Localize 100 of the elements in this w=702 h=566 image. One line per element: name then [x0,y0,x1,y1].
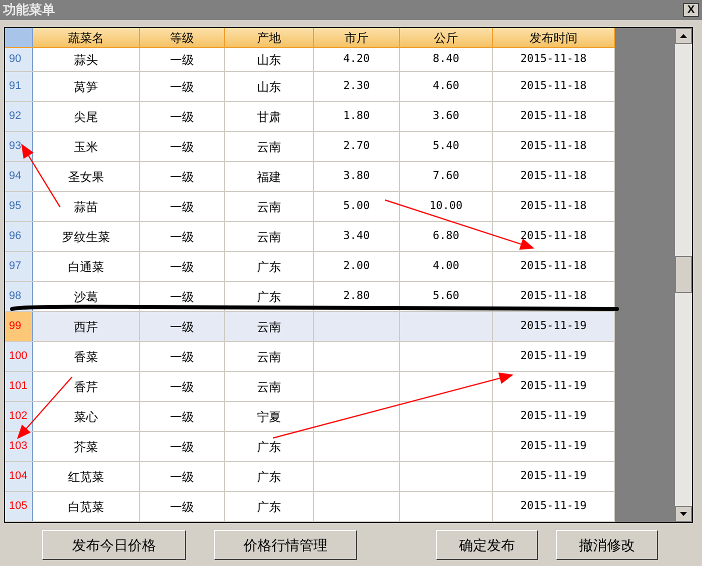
down-arrow-icon [680,512,687,516]
scrollbar[interactable] [675,28,692,522]
table-cell-text: 尖尾 [74,108,98,126]
action-button[interactable]: 价格行情管理 [214,530,357,560]
table-cell-text: 白苋菜 [68,498,104,516]
table-cell-text: 5.40 [432,138,460,154]
table-cell-text: 福建 [257,168,281,186]
action-button[interactable]: 撤消修改 [556,530,658,560]
corner-cell [5,28,33,47]
table-cell-text: 一级 [170,468,194,486]
table-cell-text: 一级 [170,228,194,246]
scroll-thumb[interactable] [675,256,692,293]
column-header[interactable]: 蔬菜名 [33,28,140,47]
table-cell-text: 云南 [257,198,281,216]
table-cell-text: 2015-11-18 [520,258,587,274]
table-cell-text: 芥菜 [74,438,98,456]
table-cell-text: 广东 [257,498,281,516]
row-number: 99 [9,319,22,334]
row-header[interactable]: 105 [5,492,33,521]
row-number: 97 [9,259,22,274]
table-cell-text: 香芹 [74,378,98,396]
column-header[interactable]: 发布时间 [493,28,615,47]
up-arrow-icon [680,34,687,38]
row-number: 104 [9,469,28,484]
table-cell-text: 5.00 [343,198,370,214]
table-cell-text: 2015-11-18 [520,138,587,154]
row-header[interactable]: 96 [5,222,33,251]
table-cell-text: 10.00 [429,198,463,214]
row-header[interactable]: 90 [5,48,33,71]
table-cell-text: 3.40 [343,228,370,244]
row-header[interactable]: 97 [5,252,33,281]
table-cell-text: 罗纹生菜 [62,228,110,246]
column-header[interactable]: 产地 [225,28,314,47]
row-number: 105 [9,499,28,514]
row-number: 103 [9,439,28,454]
table-cell-text: 莴笋 [74,78,98,96]
table-cell-text: 云南 [257,318,281,336]
table-cell-text: 7.60 [432,168,460,184]
row-number: 95 [9,199,22,214]
table-cell-text: 一级 [170,138,194,156]
table-cell-text: 一级 [170,258,194,276]
row-header[interactable]: 101 [5,372,33,401]
scroll-down-button[interactable] [675,506,692,522]
table-cell-text: 2015-11-18 [520,168,587,184]
table-cell-text: 2015-11-19 [520,318,587,334]
table-cell-text: 2015-11-19 [520,438,587,454]
table-cell-text: 香菜 [74,348,98,366]
table-cell-text: 云南 [257,378,281,396]
row-header[interactable]: 92 [5,102,33,131]
table-cell-text: 2015-11-18 [520,288,587,304]
table-cell-text: 4.60 [432,78,460,94]
row-header[interactable]: 91 [5,72,33,101]
row-header[interactable]: 103 [5,432,33,461]
table-cell-text: 5.60 [432,288,460,304]
row-number: 102 [9,409,28,424]
table-cell-text: 一级 [170,168,194,186]
row-header[interactable]: 100 [5,342,33,371]
row-header[interactable]: 99 [5,312,33,341]
column-header[interactable]: 市斤 [314,28,400,47]
table-cell-text: 圣女果 [68,168,104,186]
row-number: 94 [9,169,22,184]
table-cell-text: 广东 [257,438,281,456]
row-number: 90 [9,52,22,68]
table-cell-text: 山东 [257,52,281,68]
row-number: 100 [9,349,28,364]
table-cell-text: 沙葛 [74,288,98,306]
table-cell-text: 2.80 [343,288,370,304]
row-header[interactable]: 94 [5,162,33,191]
table-cell-text: 甘肃 [257,108,281,126]
table-cell-text: 2.70 [343,138,370,154]
table-cell-text: 一级 [170,348,194,366]
table-cell-text: 广东 [257,288,281,306]
row-header[interactable]: 95 [5,192,33,221]
column-header[interactable]: 等级 [140,28,225,47]
table-cell-text: 2015-11-18 [520,51,587,68]
close-button[interactable]: X [683,3,699,17]
column-header[interactable]: 公斤 [400,28,493,47]
table-cell-text: 8.40 [432,51,460,68]
table-cell-text: 2015-11-18 [520,228,587,244]
table-cell-text: 白通菜 [68,258,104,276]
table-cell-text: 山东 [257,78,281,96]
table-cell-text: 西芹 [74,318,98,336]
table-cell-text: 广东 [257,258,281,276]
table-cell-text: 红苋菜 [68,468,104,486]
row-header[interactable]: 102 [5,402,33,431]
action-button[interactable]: 发布今日价格 [42,530,186,560]
table-cell-text: 云南 [257,138,281,156]
row-header[interactable]: 104 [5,462,33,491]
table-cell-text: 一级 [170,108,194,126]
table-cell-text: 2015-11-18 [520,198,587,214]
table-cell-text: 4.20 [343,51,370,68]
table-cell-text: 一级 [170,498,194,516]
action-button[interactable]: 确定发布 [436,530,538,560]
window-title: 功能菜单 [3,1,55,20]
table-cell-text: 一级 [170,288,194,306]
table-cell-text: 云南 [257,228,281,246]
scroll-up-button[interactable] [675,28,692,44]
table-cell-text: 菜心 [74,408,98,426]
table-cell-text: 玉米 [74,138,98,156]
table-cell-text: 蒜苗 [74,198,98,216]
